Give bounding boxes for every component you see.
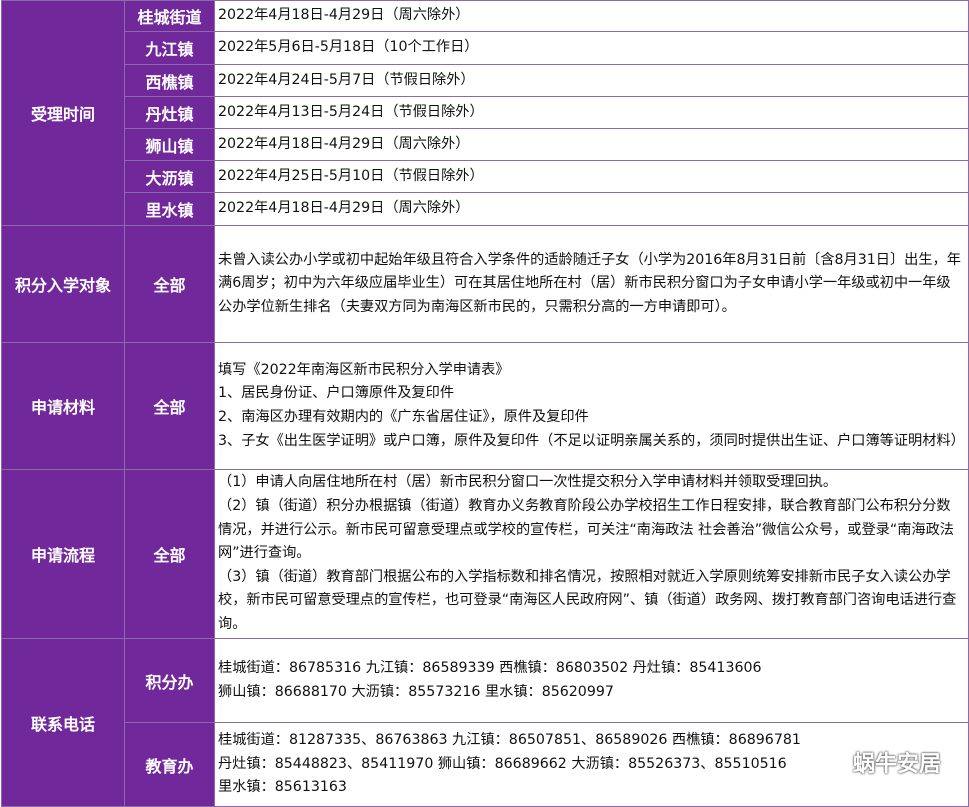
- target-scope: 全部: [124, 225, 215, 343]
- phone-line: 桂城街道：86785316 九江镇：86589339 西樵镇：86803502 …: [218, 659, 762, 676]
- accept-date: 2022年4月18日-4月29日（周六除外）: [214, 0, 969, 32]
- watermark: 蜗牛安居: [820, 746, 941, 778]
- accept-time-row: 西樵镇 2022年4月24日-5月7日（节假日除外）: [2, 64, 969, 97]
- accept-date: 2022年4月13日-5月24日（节假日除外）: [214, 96, 969, 129]
- process-line: （1）申请人向居住地所在村（居）新市民积分窗口一次性提交积分入学申请材料并领取受…: [218, 474, 838, 491]
- accept-time-row: 丹灶镇 2022年4月13日-5月24日（节假日除外）: [2, 96, 969, 129]
- town-label: 丹灶镇: [124, 96, 215, 129]
- contact-label: 联系电话: [1, 638, 125, 807]
- materials-row: 申请材料 全部 填写《2022年南海区新市民积分入学申请表》 1、居民身份证、户…: [1, 342, 969, 470]
- accept-time-label: 受理时间: [1, 0, 125, 226]
- accept-date: 2022年4月18日-4月29日（周六除外）: [214, 192, 969, 226]
- phone-line: 里水镇：85613163: [218, 779, 347, 796]
- accept-time-row: 九江镇 2022年5月6日-5月18日（10个工作日）: [2, 31, 969, 65]
- materials-line: 填写《2022年南海区新市民积分入学申请表》: [218, 361, 510, 378]
- town-label: 里水镇: [124, 192, 215, 226]
- process-line: （3）镇（街道）教育部门根据公布的入学指标数和排名情况，按照相对就近入学原则统筹…: [218, 568, 957, 632]
- materials-content: 填写《2022年南海区新市民积分入学申请表》 1、居民身份证、户口簿原件及复印件…: [214, 342, 969, 470]
- accept-time-row: 受理时间 桂城街道 2022年4月18日-4月29日（周六除外）: [1, 0, 969, 226]
- target-text: 未曾入读公办小学或初中起始年级且符合入学条件的适龄随迁子女（小学为2016年8月…: [214, 225, 969, 343]
- accept-time-row: 大沥镇 2022年4月25日-5月10日（节假日除外）: [2, 160, 969, 193]
- admission-info-table: 受理时间 桂城街道 2022年4月18日-4月29日（周六除外） 九江镇 202…: [1, 0, 969, 807]
- town-label: 九江镇: [124, 31, 215, 65]
- accept-time-row: 狮山镇 2022年4月18日-4月29日（周六除外）: [2, 128, 969, 161]
- materials-scope: 全部: [124, 342, 215, 470]
- process-content: （1）申请人向居住地所在村（居）新市民积分窗口一次性提交积分入学申请材料并领取受…: [214, 469, 969, 639]
- target-label: 积分入学对象: [1, 225, 125, 343]
- town-label: 桂城街道: [124, 0, 215, 32]
- points-office-phones: 桂城街道：86785316 九江镇：86589339 西樵镇：86803502 …: [214, 638, 969, 723]
- town-label: 大沥镇: [124, 160, 215, 193]
- accept-date: 2022年4月18日-4月29日（周六除外）: [214, 128, 969, 161]
- phone-line: 狮山镇：86688170 大沥镇：85573216 里水镇：85620997: [218, 683, 614, 700]
- process-row: 申请流程 全部 （1）申请人向居住地所在村（居）新市民积分窗口一次性提交积分入学…: [1, 469, 969, 639]
- materials-line: 1、居民身份证、户口簿原件及复印件: [218, 385, 455, 402]
- accept-date: 2022年5月6日-5月18日（10个工作日）: [214, 31, 969, 65]
- process-label: 申请流程: [1, 469, 125, 639]
- process-line: （2）镇（街道）积分办根据镇（街道）教育办义务教育阶段公办学校招生工作日程安排，…: [218, 498, 954, 562]
- materials-label: 申请材料: [1, 342, 125, 470]
- process-scope: 全部: [124, 469, 215, 639]
- town-label: 西樵镇: [124, 64, 215, 97]
- accept-date: 2022年4月25日-5月10日（节假日除外）: [214, 160, 969, 193]
- materials-line: 2、南海区办理有效期内的《广东省居住证》，原件及复印件: [218, 409, 589, 425]
- contact-row: 联系电话 积分办 桂城街道：86785316 九江镇：86589339 西樵镇：…: [1, 638, 969, 807]
- accept-time-row: 里水镇 2022年4月18日-4月29日（周六除外）: [2, 192, 969, 226]
- materials-line: 3、子女《出生医学证明》或户口簿，原件及复印件（不足以证明亲属关系的，须同时提供…: [218, 432, 965, 449]
- town-label: 狮山镇: [124, 128, 215, 161]
- points-office-label: 积分办: [124, 638, 215, 723]
- education-office-label: 教育办: [124, 722, 215, 807]
- accept-date: 2022年4月24日-5月7日（节假日除外）: [214, 64, 969, 97]
- target-row: 积分入学对象 全部 未曾入读公办小学或初中起始年级且符合入学条件的适龄随迁子女（…: [1, 225, 969, 343]
- watermark-text: 蜗牛安居: [852, 752, 941, 777]
- wechat-icon: [820, 751, 847, 772]
